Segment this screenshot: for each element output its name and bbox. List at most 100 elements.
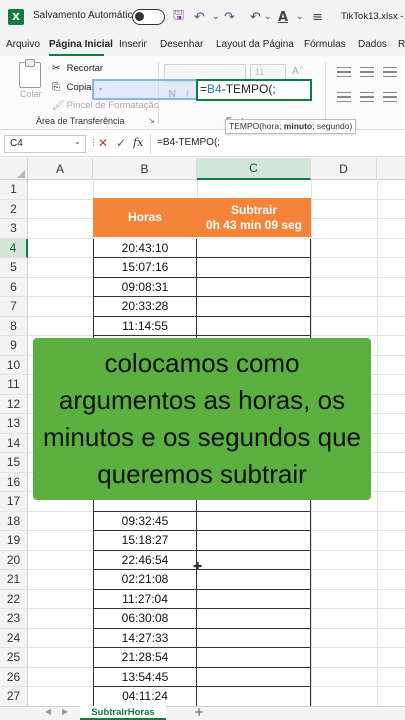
paste-icon[interactable] [19, 59, 41, 88]
row-header[interactable]: 8 [0, 316, 28, 336]
table-row[interactable]: 09:08:31 [93, 277, 197, 297]
align-left-icon[interactable] [337, 92, 351, 102]
align-right-icon[interactable] [383, 92, 397, 102]
tab-inserir[interactable]: Inserir [119, 39, 147, 50]
customize-toolbar-icon[interactable]: ≡ [312, 8, 323, 26]
row-header[interactable]: 25 [0, 648, 28, 668]
prev-sheet-icon[interactable]: ◀ [45, 707, 51, 716]
tab-layout-da-pagina[interactable]: Layout da Página [216, 39, 294, 50]
row-header[interactable]: 5 [0, 258, 28, 278]
tab-desenhar[interactable]: Desenhar [160, 39, 203, 50]
header-cell-horas[interactable]: Horas [93, 198, 197, 237]
font-color-icon[interactable]: A [278, 8, 288, 26]
row-header[interactable]: 14 [0, 433, 28, 453]
undo-icon[interactable]: ↶ [194, 8, 205, 26]
result-cell[interactable] [197, 628, 311, 648]
select-all-button[interactable] [0, 158, 28, 180]
format-painter-button[interactable]: 🖌 Pincel de Formatação [52, 100, 159, 111]
autosave-toggle[interactable] [132, 9, 165, 25]
row-header[interactable]: 21 [0, 570, 28, 590]
table-row[interactable]: 09:32:45 [93, 511, 197, 531]
result-cell[interactable] [197, 531, 311, 551]
cut-button[interactable]: ✂ Recortar [52, 63, 103, 74]
row-header[interactable]: 23 [0, 609, 28, 629]
tab-formulas[interactable]: Fórmulas [304, 39, 346, 50]
chevron-down-icon[interactable]: ⌄ [74, 137, 81, 146]
table-row[interactable]: 20:33:28 [93, 297, 197, 317]
result-cell[interactable] [197, 277, 311, 297]
formula-input[interactable]: =B4-TEMPO(; [150, 134, 405, 154]
row-header[interactable]: 2 [0, 199, 28, 219]
row-header[interactable]: 17 [0, 492, 28, 512]
insert-function-icon[interactable]: fx [133, 136, 143, 149]
row-header[interactable]: 7 [0, 297, 28, 317]
sheet-tab-subtrairhoras[interactable]: SubtrairHoras [80, 706, 166, 720]
table-row[interactable]: 02:21:08 [93, 570, 197, 590]
paste-label[interactable]: Colar [20, 89, 42, 99]
row-header[interactable]: 3 [0, 219, 28, 239]
increase-font-icon[interactable]: A˄ [292, 66, 304, 77]
row-header[interactable]: 24 [0, 628, 28, 648]
result-cell[interactable] [197, 297, 311, 317]
row-header[interactable]: 13 [0, 414, 28, 434]
row-header[interactable]: 10 [0, 355, 28, 375]
result-cell[interactable] [197, 589, 311, 609]
row-header[interactable]: 19 [0, 531, 28, 551]
table-row[interactable]: 22:46:54 [93, 550, 197, 570]
tab-pagina-inicial[interactable]: Página Inicial [49, 39, 113, 50]
row-header[interactable]: 6 [0, 277, 28, 297]
more-options-icon[interactable]: ⋮ [89, 138, 98, 148]
align-center-icon[interactable] [360, 92, 374, 102]
row-header[interactable]: 16 [0, 472, 28, 492]
row-header[interactable]: 12 [0, 394, 28, 414]
row-header[interactable]: 4 [0, 238, 28, 258]
next-sheet-icon[interactable]: ▶ [62, 707, 68, 716]
chevron-down-icon[interactable]: ⌄ [264, 8, 272, 26]
result-cell[interactable] [197, 687, 311, 707]
result-cell[interactable] [197, 570, 311, 590]
row-header[interactable]: 11 [0, 375, 28, 395]
result-cell[interactable] [197, 511, 311, 531]
result-cell[interactable] [197, 238, 311, 258]
chevron-down-icon[interactable]: ⌄ [296, 8, 304, 26]
row-header[interactable]: 27 [0, 687, 28, 706]
column-header-d[interactable]: D [311, 158, 377, 180]
align-top-icon[interactable] [337, 67, 351, 77]
column-header-c[interactable]: C [197, 158, 311, 180]
table-row[interactable]: 20:43:10 [93, 238, 197, 258]
row-header[interactable]: 22 [0, 589, 28, 609]
tab-revisao[interactable]: R [398, 39, 405, 50]
add-sheet-button[interactable]: + [194, 705, 204, 719]
active-cell-c4[interactable]: =B4-TEMPO(; [196, 79, 312, 101]
table-row[interactable]: 13:54:45 [93, 667, 197, 687]
row-header[interactable]: 26 [0, 667, 28, 687]
table-row[interactable]: 14:27:33 [93, 628, 197, 648]
table-row[interactable]: 11:14:55 [93, 316, 197, 336]
header-cell-subtrair[interactable]: Subtrair 0h 43 min 09 seg [197, 198, 311, 237]
save-icon[interactable]: 🖫 [173, 8, 184, 26]
result-cell[interactable] [197, 550, 311, 570]
table-row[interactable]: 21:28:54 [93, 648, 197, 668]
table-row[interactable]: 04:11:24 [93, 687, 197, 707]
table-row[interactable]: 06:30:08 [93, 609, 197, 629]
chevron-down-icon[interactable]: ⌄ [212, 8, 220, 26]
table-row[interactable]: 15:18:27 [93, 531, 197, 551]
row-header[interactable]: 1 [0, 180, 28, 200]
tab-arquivo[interactable]: Arquivo [6, 39, 40, 50]
result-cell[interactable] [197, 667, 311, 687]
align-middle-icon[interactable] [360, 67, 374, 77]
row-header[interactable]: 18 [0, 511, 28, 531]
align-bottom-icon[interactable] [383, 67, 397, 77]
result-cell[interactable] [197, 316, 311, 336]
result-cell[interactable] [197, 609, 311, 629]
row-header[interactable]: 15 [0, 453, 28, 473]
table-row[interactable]: 15:07:16 [93, 258, 197, 278]
column-header-a[interactable]: A [28, 158, 93, 180]
result-cell[interactable] [197, 648, 311, 668]
row-header[interactable]: 9 [0, 336, 28, 356]
enter-check-icon[interactable]: ✓ [116, 136, 126, 150]
cancel-icon[interactable]: ✕ [98, 136, 108, 150]
result-cell[interactable] [197, 258, 311, 278]
undo-dropdown-icon[interactable]: ↶ [250, 8, 261, 26]
row-header[interactable]: 20 [0, 550, 28, 570]
